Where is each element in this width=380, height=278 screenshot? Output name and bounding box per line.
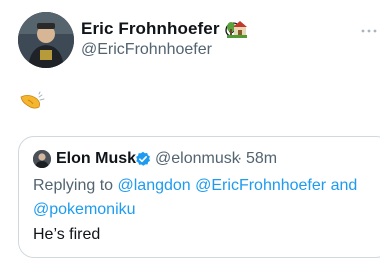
- mention-and-word: and: [330, 177, 358, 194]
- quoted-tweet-text: He’s fired: [33, 226, 101, 243]
- house-with-garden-icon: [227, 18, 247, 38]
- mention-link[interactable]: @langdon: [118, 177, 191, 194]
- replying-to-line: Replying to @langdon @EricFrohnhoefer an…: [33, 177, 357, 195]
- quote-author-handle[interactable]: @elonmusk: [155, 150, 240, 168]
- author-avatar[interactable]: [18, 12, 74, 68]
- separator-dot: ·: [237, 150, 243, 167]
- quote-author-avatar[interactable]: [33, 150, 51, 168]
- quote-timestamp[interactable]: 58m: [246, 150, 277, 168]
- replying-to-label: Replying to: [33, 177, 114, 194]
- replying-to-line-continued: @pokemoniku: [33, 201, 136, 219]
- mention-link[interactable]: @pokemoniku: [33, 201, 136, 218]
- saluting-hand-emoji-icon: [19, 91, 45, 111]
- author-handle[interactable]: @EricFrohnhoefer: [81, 41, 212, 59]
- more-horizontal-icon[interactable]: [359, 23, 379, 33]
- mention-link[interactable]: @EricFrohnhoefer: [195, 177, 326, 194]
- author-name[interactable]: Eric Frohnhoefer @: [81, 19, 241, 39]
- verified-badge-icon: [135, 151, 151, 167]
- quote-author-name[interactable]: Elon Musk: [56, 150, 136, 168]
